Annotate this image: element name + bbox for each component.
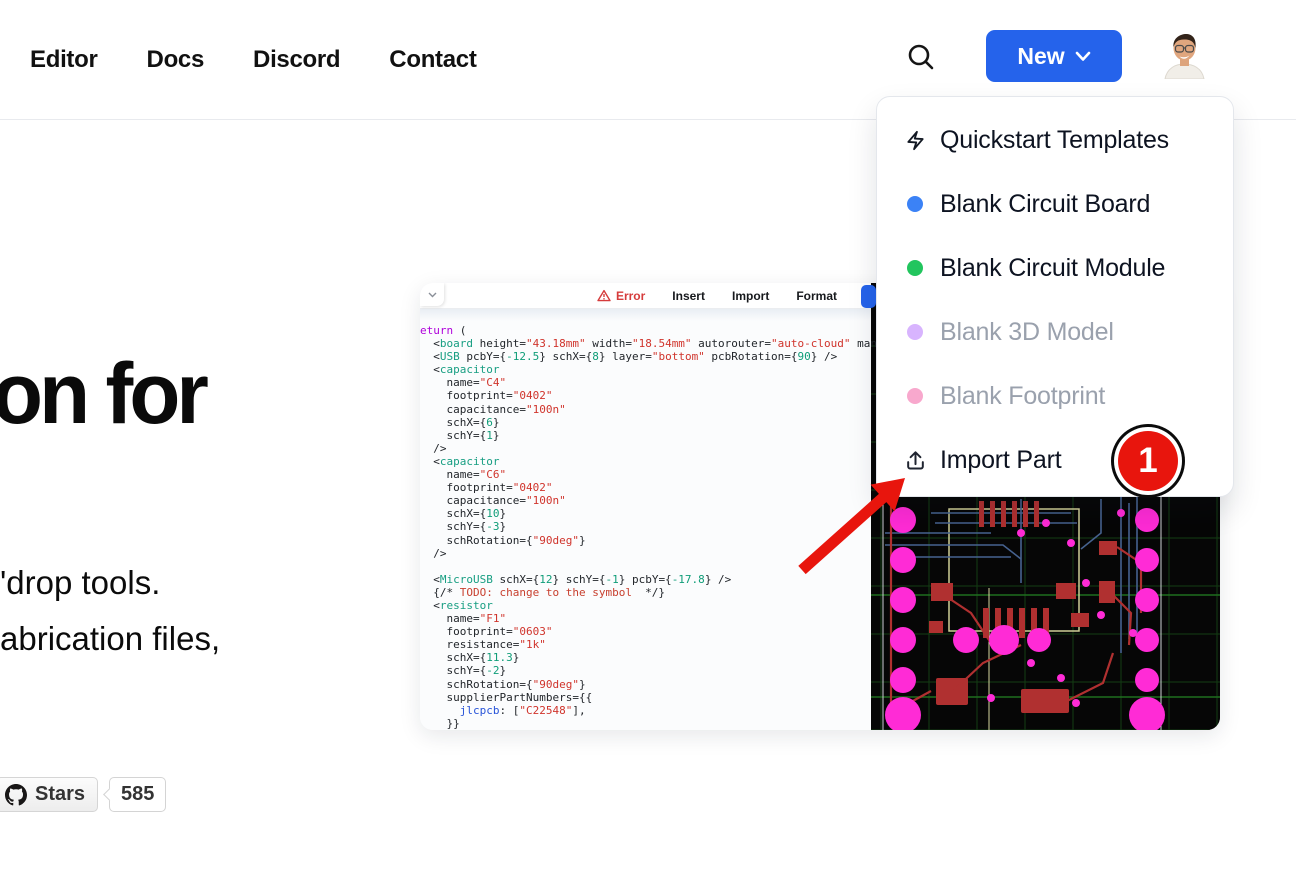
nav-link-editor[interactable]: Editor	[30, 46, 98, 74]
code-line: name="F1"	[420, 612, 871, 625]
menu-item-label: Blank Footprint	[940, 382, 1105, 411]
hero-text-line1: 'drop tools.	[0, 566, 160, 599]
menu-item-label: Blank 3D Model	[940, 318, 1114, 347]
code-editor-content[interactable]: eturn ( <board height="43.18mm" width="1…	[420, 321, 871, 730]
annotation-step-number: 1	[1138, 441, 1157, 481]
code-line: schY={-2}	[420, 664, 871, 677]
color-dot-icon	[903, 324, 927, 340]
hero-text-line2: abrication files,	[0, 622, 220, 655]
code-line: footprint="0603"	[420, 625, 871, 638]
code-line: <board height="43.18mm" width="18.54mm" …	[420, 337, 871, 350]
nav-links: Editor Docs Discord Contact	[30, 0, 477, 120]
new-dropdown-menu: Quickstart Templates Blank Circuit Board B…	[876, 96, 1234, 497]
upload-icon	[903, 449, 927, 472]
menu-item-blank-footprint[interactable]: Blank Footprint	[877, 364, 1233, 428]
annotation-step-badge: 1	[1118, 431, 1178, 491]
toolbar-shadow-band	[420, 309, 871, 321]
toolbar-tab-insert[interactable]: Insert	[672, 289, 705, 303]
code-line: <MicroUSB schX={12} schY={-1} pcbY={-17.…	[420, 573, 871, 586]
menu-item-label: Blank Circuit Board	[940, 190, 1150, 219]
github-icon	[5, 784, 27, 806]
code-line: jlcpcb: ["C22548"],	[420, 704, 871, 717]
code-line: schRotation={"90deg"}	[420, 534, 871, 547]
warning-icon	[597, 289, 611, 302]
color-dot-icon	[903, 196, 927, 212]
page: Editor Docs Discord Contact New	[0, 0, 1296, 872]
error-label: Error	[616, 289, 645, 303]
search-button[interactable]	[902, 38, 940, 76]
chevron-down-icon	[428, 292, 437, 298]
code-line: capacitance="100n"	[420, 403, 871, 416]
code-line: schY={1}	[420, 429, 871, 442]
code-line: schY={-3}	[420, 520, 871, 533]
color-dot-icon	[903, 260, 927, 276]
code-line: name="C4"	[420, 376, 871, 389]
code-line: resistance="1k"	[420, 638, 871, 651]
code-line: name="C6"	[420, 468, 871, 481]
code-line: supplierPartNumbers={{	[420, 691, 871, 704]
color-dot-icon	[903, 388, 927, 404]
menu-item-blank-circuit-module[interactable]: Blank Circuit Module	[877, 236, 1233, 300]
menu-item-label: Blank Circuit Module	[940, 254, 1165, 283]
error-indicator[interactable]: Error	[597, 289, 645, 303]
github-stars-label: Stars	[35, 783, 85, 806]
nav-link-docs[interactable]: Docs	[147, 46, 205, 74]
github-stars-button[interactable]: Stars	[0, 777, 98, 812]
new-button[interactable]: New	[986, 30, 1122, 82]
code-editor-pane: Error Insert Import Format eturn ( <board …	[420, 283, 871, 730]
code-line: schX={6}	[420, 416, 871, 429]
menu-item-label: Import Part	[940, 446, 1061, 475]
lightning-icon	[903, 129, 927, 152]
code-line: footprint="0402"	[420, 481, 871, 494]
hero-heading-fragment: on for	[0, 349, 205, 439]
menu-item-quickstart-templates[interactable]: Quickstart Templates	[877, 108, 1233, 172]
github-star-count-value: 585	[121, 783, 154, 806]
nav-link-contact[interactable]: Contact	[389, 46, 476, 74]
code-line	[420, 560, 871, 573]
code-line: capacitance="100n"	[420, 494, 871, 507]
editor-toolbar: Error Insert Import Format	[420, 283, 871, 309]
toolbar-tab-import[interactable]: Import	[732, 289, 769, 303]
code-line: schX={10}	[420, 507, 871, 520]
menu-item-blank-3d-model[interactable]: Blank 3D Model	[877, 300, 1233, 364]
code-line: />	[420, 442, 871, 455]
code-line: schX={11.3}	[420, 651, 871, 664]
github-star-count[interactable]: 585	[109, 777, 166, 812]
code-line: <capacitor	[420, 455, 871, 468]
avatar[interactable]	[1158, 31, 1210, 79]
new-button-label: New	[1017, 43, 1064, 70]
code-line: {/* TODO: change to the symbol */}	[420, 586, 871, 599]
github-stars-widget: Stars 585	[0, 777, 166, 812]
code-line: <capacitor	[420, 363, 871, 376]
search-icon	[905, 41, 937, 73]
run-button-partial[interactable]	[861, 285, 876, 308]
menu-item-label: Quickstart Templates	[940, 126, 1169, 155]
avatar-image	[1158, 31, 1210, 79]
code-line: />	[420, 547, 871, 560]
editor-collapse-tab[interactable]	[420, 283, 444, 306]
menu-item-import-part[interactable]: Import Part	[877, 428, 1233, 492]
code-line: schRotation={"90deg"}	[420, 678, 871, 691]
code-line: }}	[420, 717, 871, 730]
code-line: <USB pcbY={-12.5} schX={8} layer="bottom…	[420, 350, 871, 363]
code-line: <resistor	[420, 599, 871, 612]
editor-toolbar-tabs: Insert Import Format	[672, 289, 837, 303]
chevron-down-icon	[1075, 51, 1091, 62]
nav-link-discord[interactable]: Discord	[253, 46, 340, 74]
toolbar-tab-format[interactable]: Format	[796, 289, 837, 303]
code-line: footprint="0402"	[420, 389, 871, 402]
menu-item-blank-circuit-board[interactable]: Blank Circuit Board	[877, 172, 1233, 236]
code-line: eturn (	[420, 324, 871, 337]
